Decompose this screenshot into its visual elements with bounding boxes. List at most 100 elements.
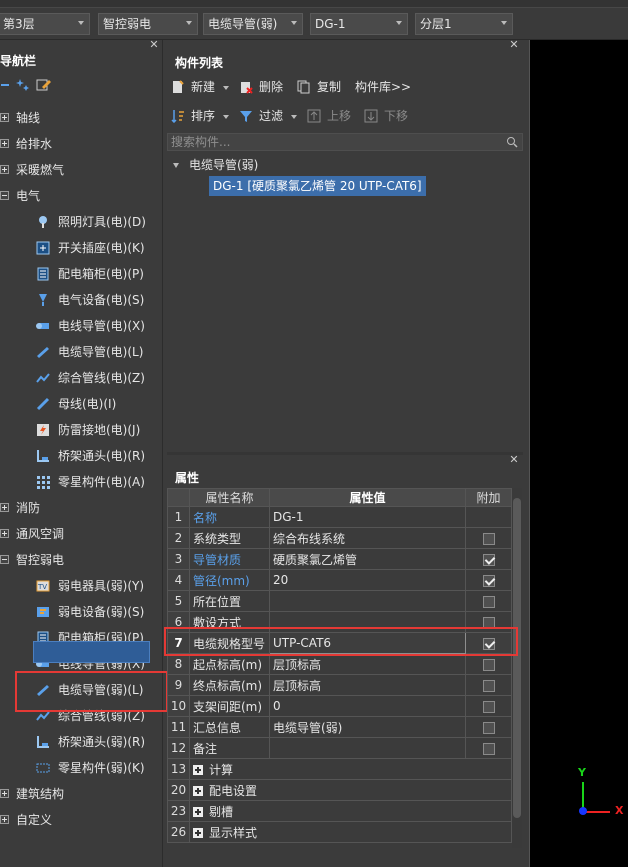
property-row[interactable]: 4 管径(mm) 20 — [167, 569, 512, 591]
nav-group-electric[interactable]: 电气 — [0, 186, 163, 206]
property-value[interactable] — [269, 590, 466, 612]
extra-checkbox[interactable] — [482, 658, 495, 671]
nav-item-lamp[interactable]: 照明灯具(电)(D) — [0, 212, 163, 232]
expand-icon[interactable] — [0, 815, 9, 824]
expand-icon[interactable] — [0, 503, 9, 512]
nav-item-weak-tray[interactable]: 桥架通头(弱)(R) — [0, 732, 163, 752]
close-icon[interactable]: ✕ — [149, 39, 159, 50]
collapse-icon[interactable] — [0, 80, 10, 90]
nav-group-structure[interactable]: 建筑结构 — [0, 784, 163, 804]
component-select[interactable]: DG-1 — [310, 13, 408, 35]
extra-checkbox[interactable] — [482, 595, 495, 608]
extra-checkbox[interactable] — [482, 532, 495, 545]
nav-group-weak[interactable]: 智控弱电 — [0, 550, 163, 570]
expand-icon[interactable] — [0, 529, 9, 538]
nav-item-busbar[interactable]: 母线(电)(I) — [0, 394, 163, 414]
nav-item-weak-device[interactable]: 弱电设备(弱)(S) — [0, 602, 163, 622]
nav-item-weak-misc[interactable]: 零星构件(弱)(K) — [0, 758, 163, 778]
library-button[interactable]: 构件库>> — [355, 78, 425, 96]
nav-item-distribution[interactable]: 配电箱柜(电)(P) — [0, 264, 163, 284]
nav-item-weak-appliance[interactable]: TV 弱电器具(弱)(Y) — [0, 576, 163, 596]
sparkle-icon[interactable] — [16, 78, 30, 92]
chevron-down-icon[interactable] — [173, 163, 179, 168]
expand-icon[interactable] — [0, 789, 9, 798]
property-value[interactable]: 硬质聚氯乙烯管 — [269, 548, 466, 570]
nav-group-axis[interactable]: 轴线 — [0, 108, 163, 128]
move-up-button[interactable]: 上移 — [307, 107, 357, 125]
copy-button[interactable]: 复制 — [297, 78, 347, 96]
property-row[interactable]: 3 导管材质 硬质聚氯乙烯管 — [167, 548, 512, 570]
close-icon[interactable]: ✕ — [509, 39, 519, 50]
delete-button[interactable]: 删除 — [239, 78, 289, 96]
property-group[interactable]: 配电设置 — [189, 779, 512, 801]
nav-item-wire-conduit[interactable]: 电线导管(电)(X) — [0, 316, 163, 336]
nav-item-tray[interactable]: 桥架通头(电)(R) — [0, 446, 163, 466]
scrollbar-thumb[interactable] — [513, 498, 521, 818]
move-down-button[interactable]: 下移 — [364, 107, 414, 125]
property-row[interactable]: 10 支架间距(m) 0 — [167, 695, 512, 717]
nav-item-device[interactable]: 电气设备(电)(S) — [0, 290, 163, 310]
nav-item-switch[interactable]: 开关插座(电)(K) — [0, 238, 163, 258]
search-input[interactable]: 搜索构件... — [167, 133, 523, 151]
floor-select[interactable]: 第3层 — [0, 13, 90, 35]
nav-item-misc[interactable]: 零星构件(电)(A) — [0, 472, 163, 492]
collapse-icon[interactable] — [0, 555, 9, 564]
extra-checkbox[interactable] — [482, 742, 495, 755]
property-value[interactable]: 层顶标高 — [269, 653, 466, 675]
expand-icon[interactable] — [193, 828, 203, 838]
expand-icon[interactable] — [193, 765, 203, 775]
nav-item-cable-conduit[interactable]: 电缆导管(电)(L) — [0, 342, 163, 362]
tree-node-parent[interactable]: 电缆导管(弱) — [173, 156, 258, 174]
system-select[interactable]: 智控弱电 — [98, 13, 198, 35]
property-value[interactable] — [269, 737, 466, 759]
property-row[interactable]: 8 起点标高(m) 层顶标高 — [167, 653, 512, 675]
collapse-icon[interactable] — [0, 191, 9, 200]
extra-checkbox[interactable] — [482, 553, 495, 566]
property-row[interactable]: 20 配电设置 — [167, 779, 512, 801]
expand-icon[interactable] — [0, 165, 9, 174]
property-row[interactable]: 9 终点标高(m) 层顶标高 — [167, 674, 512, 696]
expand-icon[interactable] — [193, 807, 203, 817]
property-group[interactable]: 计算 — [189, 758, 512, 780]
property-value[interactable]: DG-1 — [269, 506, 466, 528]
edit-icon[interactable] — [36, 78, 52, 92]
property-value[interactable]: 电缆导管(弱) — [269, 716, 466, 738]
nav-group-water[interactable]: 给排水 — [0, 134, 163, 154]
layer-select[interactable]: 分层1 — [415, 13, 513, 35]
nav-group-heating[interactable]: 采暖燃气 — [0, 160, 163, 180]
property-row[interactable]: 23 剔槽 — [167, 800, 512, 822]
extra-checkbox[interactable] — [482, 721, 495, 734]
property-row[interactable]: 2 系统类型 综合布线系统 — [167, 527, 512, 549]
property-row[interactable]: 5 所在位置 — [167, 590, 512, 612]
filter-button[interactable]: 过滤 — [239, 107, 301, 125]
search-icon[interactable] — [506, 136, 518, 148]
property-row[interactable]: 12 备注 — [167, 737, 512, 759]
nav-item-combined[interactable]: 综合管线(电)(Z) — [0, 368, 163, 388]
property-row[interactable]: 13 计算 — [167, 758, 512, 780]
expand-icon[interactable] — [193, 786, 203, 796]
property-group[interactable]: 剔槽 — [189, 800, 512, 822]
category-select[interactable]: 电缆导管(弱) — [203, 13, 303, 35]
property-row[interactable]: 11 汇总信息 电缆导管(弱) — [167, 716, 512, 738]
property-group[interactable]: 显示样式 — [189, 821, 512, 843]
property-value[interactable]: 层顶标高 — [269, 674, 466, 696]
property-value[interactable]: 综合布线系统 — [269, 527, 466, 549]
properties-scrollbar[interactable] — [512, 488, 522, 848]
property-value[interactable]: 20 — [269, 569, 466, 591]
extra-checkbox[interactable] — [482, 574, 495, 587]
nav-group-hvac[interactable]: 通风空调 — [0, 524, 163, 544]
expand-icon[interactable] — [0, 139, 9, 148]
extra-checkbox[interactable] — [482, 700, 495, 713]
sort-button[interactable]: 排序 — [171, 107, 231, 125]
nav-group-fire[interactable]: 消防 — [0, 498, 163, 518]
close-icon[interactable]: ✕ — [509, 454, 519, 465]
viewport[interactable]: Y X — [529, 40, 628, 867]
nav-group-custom[interactable]: 自定义 — [0, 810, 163, 830]
tree-node-selected[interactable]: DG-1 [硬质聚氯乙烯管 20 UTP-CAT6] — [209, 176, 426, 196]
nav-item-lightning[interactable]: 防雷接地(电)(J) — [0, 420, 163, 440]
property-row[interactable]: 26 显示样式 — [167, 821, 512, 843]
property-value[interactable]: 0 — [269, 695, 466, 717]
expand-icon[interactable] — [0, 113, 9, 122]
property-row[interactable]: 1 名称 DG-1 — [167, 506, 512, 528]
new-button[interactable]: 新建 — [171, 78, 231, 96]
